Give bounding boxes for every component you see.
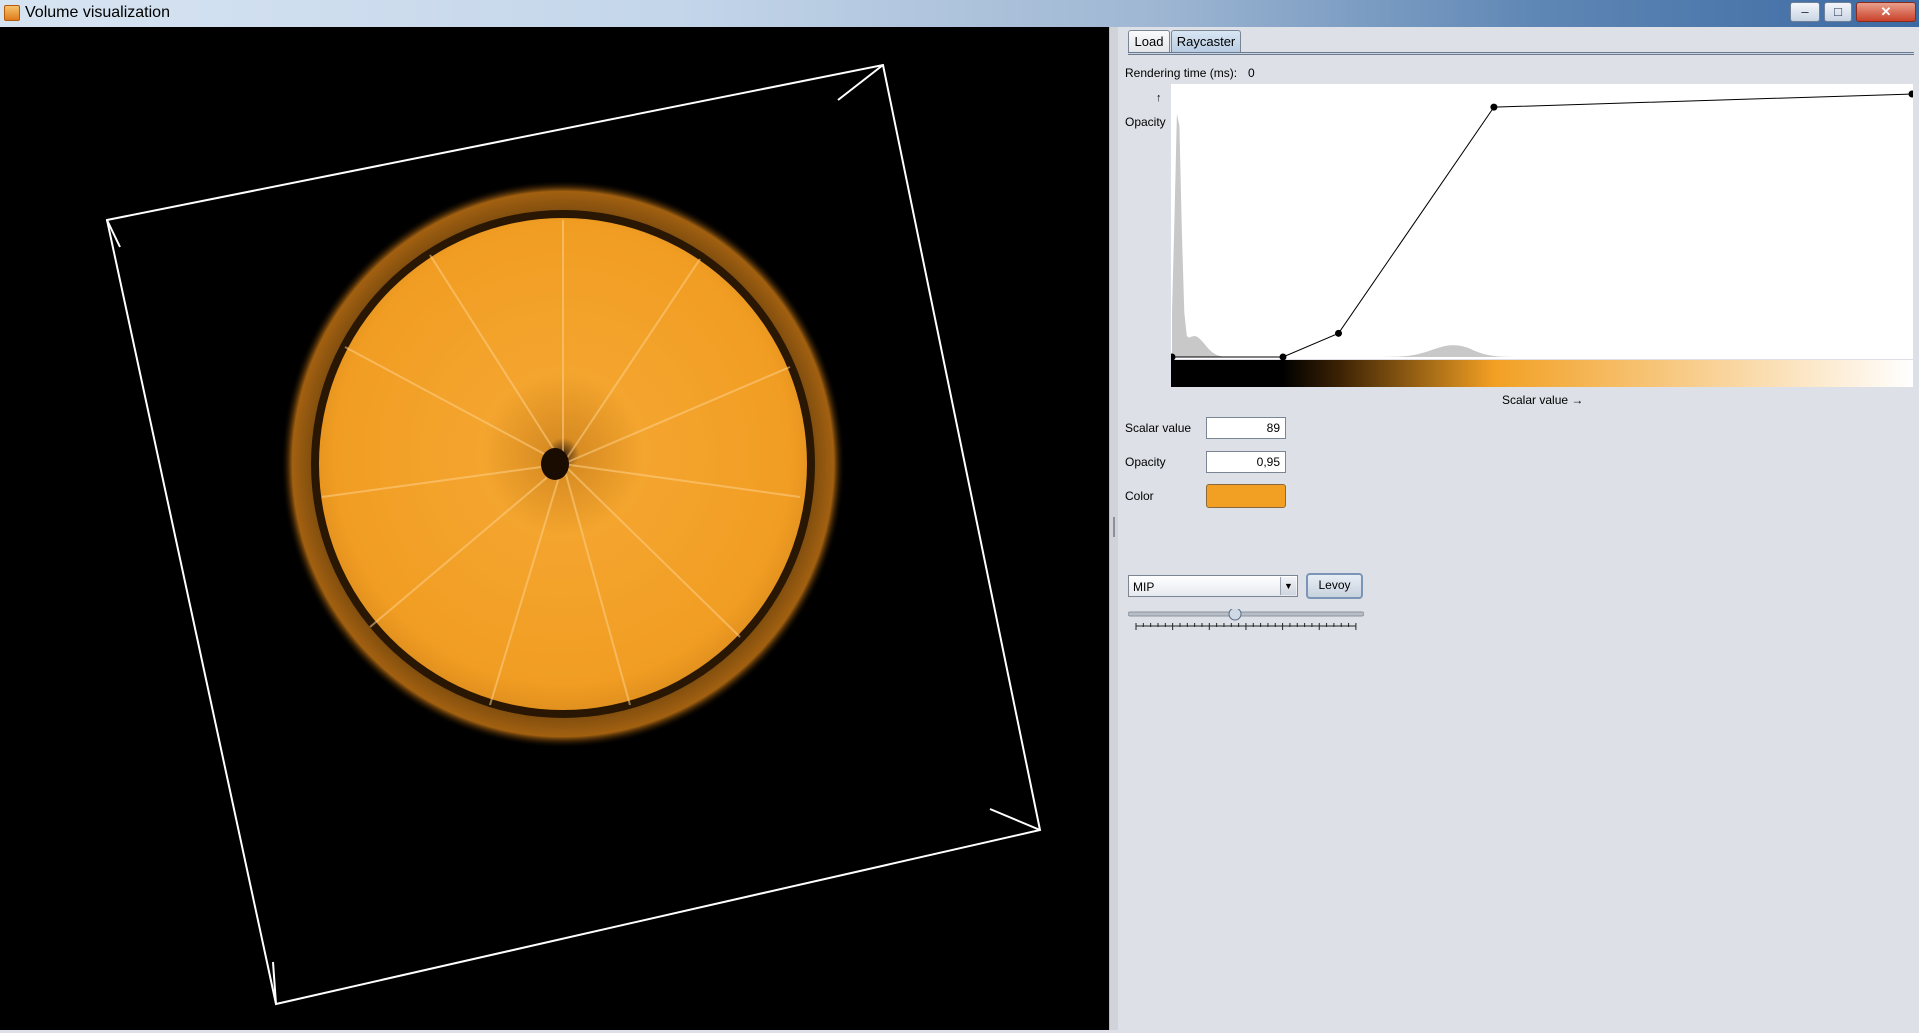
volume-orange-slice (281, 180, 845, 748)
color-label: Color (1125, 489, 1154, 503)
split-pane-divider[interactable] (1109, 27, 1118, 1030)
levoy-button[interactable]: Levoy (1306, 573, 1363, 599)
volume-render-viewport[interactable] (0, 27, 1109, 1030)
slider-ticks (1135, 623, 1357, 630)
splitter-grip[interactable] (1113, 517, 1115, 537)
tab-raycaster[interactable]: Raycaster (1171, 30, 1241, 52)
opacity-axis-label: Opacity (1125, 115, 1166, 129)
sample-step-slider[interactable] (1128, 609, 1364, 635)
tab-underline (1128, 52, 1914, 55)
render-mode-value: MIP (1133, 580, 1155, 594)
title-bar: Volume visualization – □ ✕ (0, 0, 1919, 28)
tf-control-point[interactable] (1490, 103, 1498, 111)
window-title: Volume visualization (25, 4, 170, 21)
raycaster-panel: Load Raycaster Rendering time (ms): 0 ↑ … (1118, 27, 1919, 1030)
opacity-label: Opacity (1125, 455, 1166, 469)
rendering-time-label: Rendering time (ms): (1125, 66, 1238, 80)
slider-thumb[interactable] (1228, 609, 1242, 621)
tab-load[interactable]: Load (1128, 30, 1170, 52)
minimize-icon[interactable]: – (1790, 2, 1820, 22)
plot-area (1171, 84, 1913, 359)
opacity-field[interactable]: 0,95 (1206, 451, 1286, 473)
transfer-function-editor[interactable] (1171, 84, 1913, 387)
volume-render-canvas[interactable] (0, 27, 1109, 1030)
render-mode-select[interactable]: MIP ▼ (1128, 575, 1298, 597)
scalar-axis-label: Scalar value → (1502, 393, 1584, 407)
slider-track (1128, 611, 1364, 617)
color-picker-button[interactable] (1206, 484, 1286, 508)
close-icon[interactable]: ✕ (1856, 2, 1916, 22)
tf-control-point[interactable] (1335, 329, 1342, 337)
opacity-axis-arrow-icon: ↑ (1156, 92, 1162, 104)
colormap-bar (1171, 360, 1913, 387)
scalar-value-field[interactable]: 89 (1206, 417, 1286, 439)
maximize-icon[interactable]: □ (1824, 2, 1852, 22)
tf-control-point[interactable] (1279, 353, 1287, 361)
rendering-time-value: 0 (1248, 66, 1255, 80)
chevron-down-icon[interactable]: ▼ (1280, 577, 1296, 595)
java-app-icon (4, 5, 20, 21)
scalar-value-label: Scalar value (1125, 421, 1192, 435)
